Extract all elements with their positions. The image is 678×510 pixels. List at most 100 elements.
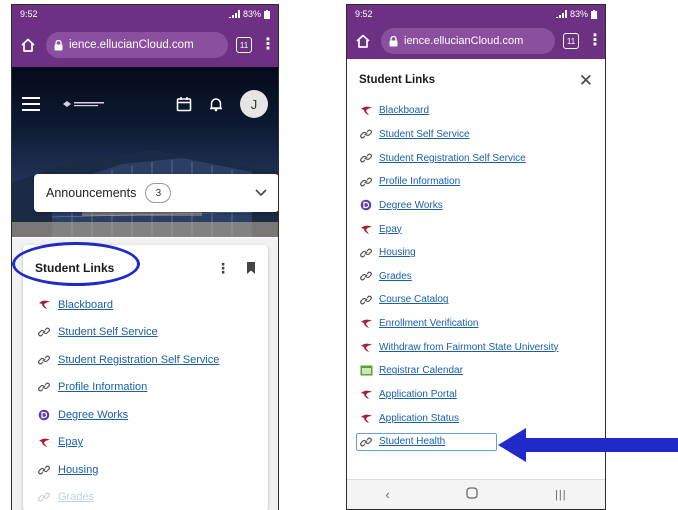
calendar-icon[interactable] [176,96,192,112]
link-item-housing[interactable]: Housing [37,456,268,484]
address-bar[interactable]: ience.ellucianCloud.com [381,28,555,54]
home-circle-icon[interactable] [466,487,479,502]
link-icon [37,353,51,367]
link-item-profile-information[interactable]: Profile Information [359,170,605,194]
lock-icon [389,35,398,46]
link-item-student-registration[interactable]: Student Registration Self Service [37,346,268,374]
link-label[interactable]: Grades [379,271,412,282]
status-indicators: 83% [228,9,270,19]
home-icon[interactable] [18,35,38,55]
bookmark-icon[interactable] [246,262,256,274]
brand-icon [359,388,373,402]
status-time: 9:52 [355,9,373,19]
link-item-student-self-service[interactable]: Student Self Service [359,123,605,147]
link-label[interactable]: Epay [58,436,83,448]
status-indicators: 83% [555,9,597,19]
link-item-application-status[interactable]: Application Status [359,406,605,430]
link-label[interactable]: Epay [379,224,402,235]
left-phone-screen: 9:52 83% ience.ellucianCloud.com 11 ⋮ J … [11,4,279,510]
link-icon [359,127,373,141]
link-label[interactable]: Application Status [379,413,459,424]
link-label[interactable]: Withdraw from Fairmont State University [379,342,559,353]
app-header: J [12,89,278,119]
link-label[interactable]: Profile Information [379,176,460,187]
link-item-blackboard[interactable]: Blackboard [37,291,268,319]
link-icon [359,435,373,449]
link-item-epay[interactable]: Epay [359,217,605,241]
link-item-epay[interactable]: Epay [37,429,268,457]
link-label[interactable]: Housing [58,464,98,476]
battery-level: 83% [242,9,261,19]
tab-switcher-button[interactable]: 11 [563,33,579,49]
browser-toolbar: ience.ellucianCloud.com 11 ⋮ [12,23,278,67]
announcements-label: Announcements [46,186,137,200]
link-label[interactable]: Student Self Service [58,326,158,338]
close-icon[interactable]: ✕ [579,72,593,89]
link-label[interactable]: Student Health [379,436,445,447]
link-label[interactable]: Blackboard [379,105,429,116]
link-icon [37,490,51,504]
signal-icon [228,10,240,18]
link-label[interactable]: Student Registration Self Service [379,153,526,164]
home-icon[interactable] [353,31,373,51]
link-item-degree-works[interactable]: Degree Works [37,401,268,429]
link-label[interactable]: Application Portal [379,389,457,400]
link-item-withdraw[interactable]: Withdraw from Fairmont State University [359,335,605,359]
notification-bell-icon[interactable] [208,96,224,112]
browser-menu-icon[interactable]: ⋮ [260,37,276,53]
signal-icon [555,10,567,18]
link-item-housing[interactable]: Housing [359,241,605,265]
degree-works-icon [37,408,51,422]
browser-menu-icon[interactable]: ⋮ [587,33,603,49]
link-item-student-registration[interactable]: Student Registration Self Service [359,146,605,170]
link-item-student-self-service[interactable]: Student Self Service [37,319,268,347]
more-options-icon[interactable]: ⋮ [216,260,230,277]
university-logo [62,99,106,109]
student-links-list: Blackboard Student Self Service Student … [23,291,268,510]
link-label[interactable]: Registrar Calendar [379,365,463,376]
link-item-application-portal[interactable]: Application Portal [359,383,605,407]
link-label[interactable]: Profile Information [58,381,147,393]
battery-level: 83% [569,9,588,19]
brand-icon [359,317,373,331]
link-label[interactable]: Degree Works [58,409,128,421]
link-label[interactable]: Degree Works [379,200,443,211]
student-links-full-list: Blackboard Student Self Service Student … [347,97,605,454]
panel-header: Student Links ✕ [347,63,605,97]
link-item-registrar-calendar[interactable]: Registrar Calendar [359,359,605,383]
link-item-enrollment-verification[interactable]: Enrollment Verification [359,312,605,336]
user-avatar[interactable]: J [240,90,268,118]
card-header: Student Links ⋮ [23,245,268,291]
link-label[interactable]: Student Registration Self Service [58,354,219,366]
link-label[interactable]: Grades [58,491,94,503]
link-label[interactable]: Student Self Service [379,129,470,140]
link-item-course-catalog[interactable]: Course Catalog [359,288,605,312]
link-icon [359,269,373,283]
tab-switcher-button[interactable]: 11 [236,37,252,53]
link-label[interactable]: Housing [379,247,416,258]
announcements-dropdown[interactable]: Announcements 3 [34,174,278,212]
link-label[interactable]: Blackboard [58,299,113,311]
recent-apps-icon[interactable]: ||| [555,489,567,501]
link-label[interactable]: Course Catalog [379,294,448,305]
back-icon[interactable]: ‹ [385,487,389,502]
degree-works-icon [359,198,373,212]
address-bar[interactable]: ience.ellucianCloud.com [46,32,228,58]
link-item-degree-works[interactable]: Degree Works [359,194,605,218]
link-item-profile-information[interactable]: Profile Information [37,374,268,402]
student-links-card: Student Links ⋮ Blackboard Student Self … [23,245,268,510]
link-icon [37,325,51,339]
link-icon [37,380,51,394]
hamburger-menu-icon[interactable] [22,97,40,111]
brand-icon [37,435,51,449]
brand-icon [37,298,51,312]
link-item-grades[interactable]: Grades [37,484,268,510]
link-label[interactable]: Enrollment Verification [379,318,479,329]
link-item-blackboard[interactable]: Blackboard [359,99,605,123]
link-icon [359,151,373,165]
status-bar: 9:52 83% [12,5,278,23]
link-item-grades[interactable]: Grades [359,264,605,288]
pointer-arrow-annotation [498,428,678,462]
status-bar: 9:52 83% [347,5,605,23]
chevron-down-icon[interactable] [255,189,267,197]
